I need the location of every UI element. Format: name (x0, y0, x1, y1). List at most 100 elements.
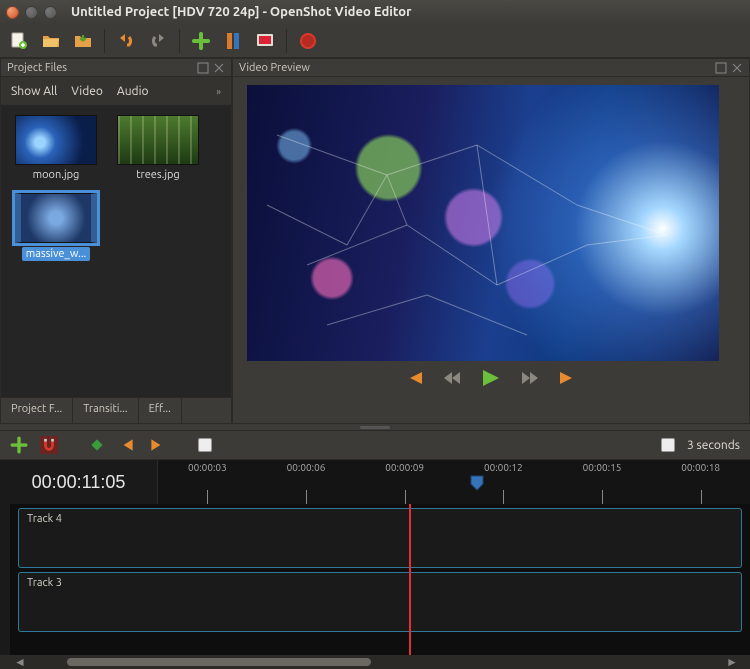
toolbar-separator (104, 29, 105, 53)
export-button[interactable] (297, 30, 319, 52)
ruler-tick (207, 490, 208, 504)
jump-end-button[interactable] (558, 370, 578, 386)
play-button[interactable] (480, 368, 502, 388)
playhead-line (409, 504, 411, 655)
zoom-label: 3 seconds (687, 439, 740, 452)
playback-controls (247, 361, 735, 395)
tab-transitions[interactable]: Transiti... (73, 398, 138, 423)
redo-button[interactable] (147, 30, 169, 52)
file-item-massive[interactable]: massive_w... (11, 193, 101, 261)
undo-button[interactable] (115, 30, 137, 52)
ruler-tick-label: 00:00:12 (484, 462, 523, 473)
open-project-button[interactable] (40, 30, 62, 52)
main-toolbar (0, 24, 750, 58)
ruler-tick-label: 00:00:03 (188, 462, 227, 473)
ruler-tick-label: 00:00:09 (385, 462, 424, 473)
options-button[interactable] (198, 438, 212, 452)
video-preview-panel: Video Preview (232, 58, 750, 424)
jump-start-button[interactable] (404, 370, 424, 386)
fullscreen-button[interactable] (254, 30, 276, 52)
add-track-button[interactable] (10, 436, 28, 454)
preview-content (247, 85, 719, 361)
bottom-tabs: Project F... Transiti... Eff... (1, 397, 231, 423)
video-preview-header: Video Preview (233, 59, 749, 77)
scrollbar-thumb[interactable] (67, 658, 370, 666)
detach-icon[interactable] (197, 62, 209, 74)
window-close-button[interactable] (6, 6, 19, 19)
profile-icon (223, 31, 243, 51)
save-project-icon (73, 31, 93, 51)
file-item-moon[interactable]: moon.jpg (11, 115, 101, 181)
video-preview-title: Video Preview (239, 62, 310, 74)
ruler-tick-label: 00:00:06 (287, 462, 326, 473)
filter-video[interactable]: Video (71, 85, 103, 98)
undo-icon (116, 31, 136, 51)
ruler-tick-label: 00:00:15 (583, 462, 622, 473)
forward-button[interactable] (520, 370, 540, 386)
marker-add-icon (88, 436, 106, 454)
snap-button[interactable] (40, 436, 58, 454)
new-project-icon (9, 31, 29, 51)
redo-icon (148, 31, 168, 51)
project-files-panel: Project Files Show All Video Audio » moo… (0, 58, 232, 424)
filter-more-icon[interactable]: » (216, 86, 221, 97)
scroll-left-icon[interactable]: ◄ (14, 655, 24, 669)
ruler-tick (405, 490, 406, 504)
window-minimize-button[interactable] (25, 6, 38, 19)
project-files-header: Project Files (1, 59, 231, 77)
ruler-tick-label: 00:00:18 (681, 462, 720, 473)
tab-project-files[interactable]: Project F... (1, 398, 73, 423)
detach-icon[interactable] (715, 62, 727, 74)
ruler-tick (602, 490, 603, 504)
timeline-ruler[interactable]: 00:00:03 00:00:06 00:00:09 00:00:12 00:00:15… (158, 460, 750, 504)
close-panel-icon[interactable] (213, 62, 225, 74)
file-label: massive_w... (22, 247, 91, 261)
window-maximize-button[interactable] (44, 6, 57, 19)
prev-marker-icon (118, 436, 136, 454)
playhead-marker[interactable] (469, 474, 485, 492)
next-marker-icon (148, 436, 166, 454)
video-frame[interactable] (247, 85, 719, 361)
next-marker-button[interactable] (148, 436, 166, 454)
timeline-ruler-row: 00:00:11:05 00:00:0300:00:0600:00:0900:0… (0, 460, 750, 504)
timeline-tracks: Track 4 Track 3 (0, 504, 750, 655)
file-thumb (15, 193, 97, 243)
track-4[interactable]: Track 4 (18, 508, 742, 568)
add-icon (10, 436, 28, 454)
fullscreen-icon (255, 31, 275, 51)
filter-show-all[interactable]: Show All (11, 85, 57, 98)
toolbar-separator (286, 29, 287, 53)
toolbar-separator (179, 29, 180, 53)
save-project-button[interactable] (72, 30, 94, 52)
file-thumb (117, 115, 199, 165)
export-icon (298, 31, 318, 51)
filter-audio[interactable]: Audio (117, 85, 149, 98)
close-panel-icon[interactable] (731, 62, 743, 74)
new-project-button[interactable] (8, 30, 30, 52)
track-label: Track 3 (27, 577, 62, 589)
file-label: moon.jpg (33, 169, 80, 181)
add-marker-button[interactable] (88, 436, 106, 454)
tracks-area[interactable]: Track 4 Track 3 (10, 504, 750, 655)
timeline-scrollbar[interactable]: ◄ ► (0, 655, 750, 669)
track-gutter (0, 504, 10, 655)
timeline-toolbar: 3 seconds (0, 430, 750, 460)
ruler-tick (503, 490, 504, 504)
preview-area (233, 77, 749, 423)
rewind-button[interactable] (442, 370, 462, 386)
profile-button[interactable] (222, 30, 244, 52)
track-label: Track 4 (27, 513, 62, 525)
file-item-trees[interactable]: trees.jpg (113, 115, 203, 181)
ruler-tick (306, 490, 307, 504)
zoom-tool-button[interactable] (661, 438, 675, 452)
track-3[interactable]: Track 3 (18, 572, 742, 632)
scroll-right-icon[interactable]: ► (726, 655, 736, 669)
open-project-icon (41, 31, 61, 51)
window-title: Untitled Project [HDV 720 24p] - OpenSho… (71, 5, 411, 19)
playhead-time: 00:00:11:05 (0, 460, 158, 504)
project-files-list[interactable]: moon.jpg trees.jpg massive_w... (1, 105, 231, 397)
import-files-button[interactable] (190, 30, 212, 52)
prev-marker-button[interactable] (118, 436, 136, 454)
tab-effects[interactable]: Eff... (139, 398, 182, 423)
file-label: trees.jpg (136, 169, 180, 181)
